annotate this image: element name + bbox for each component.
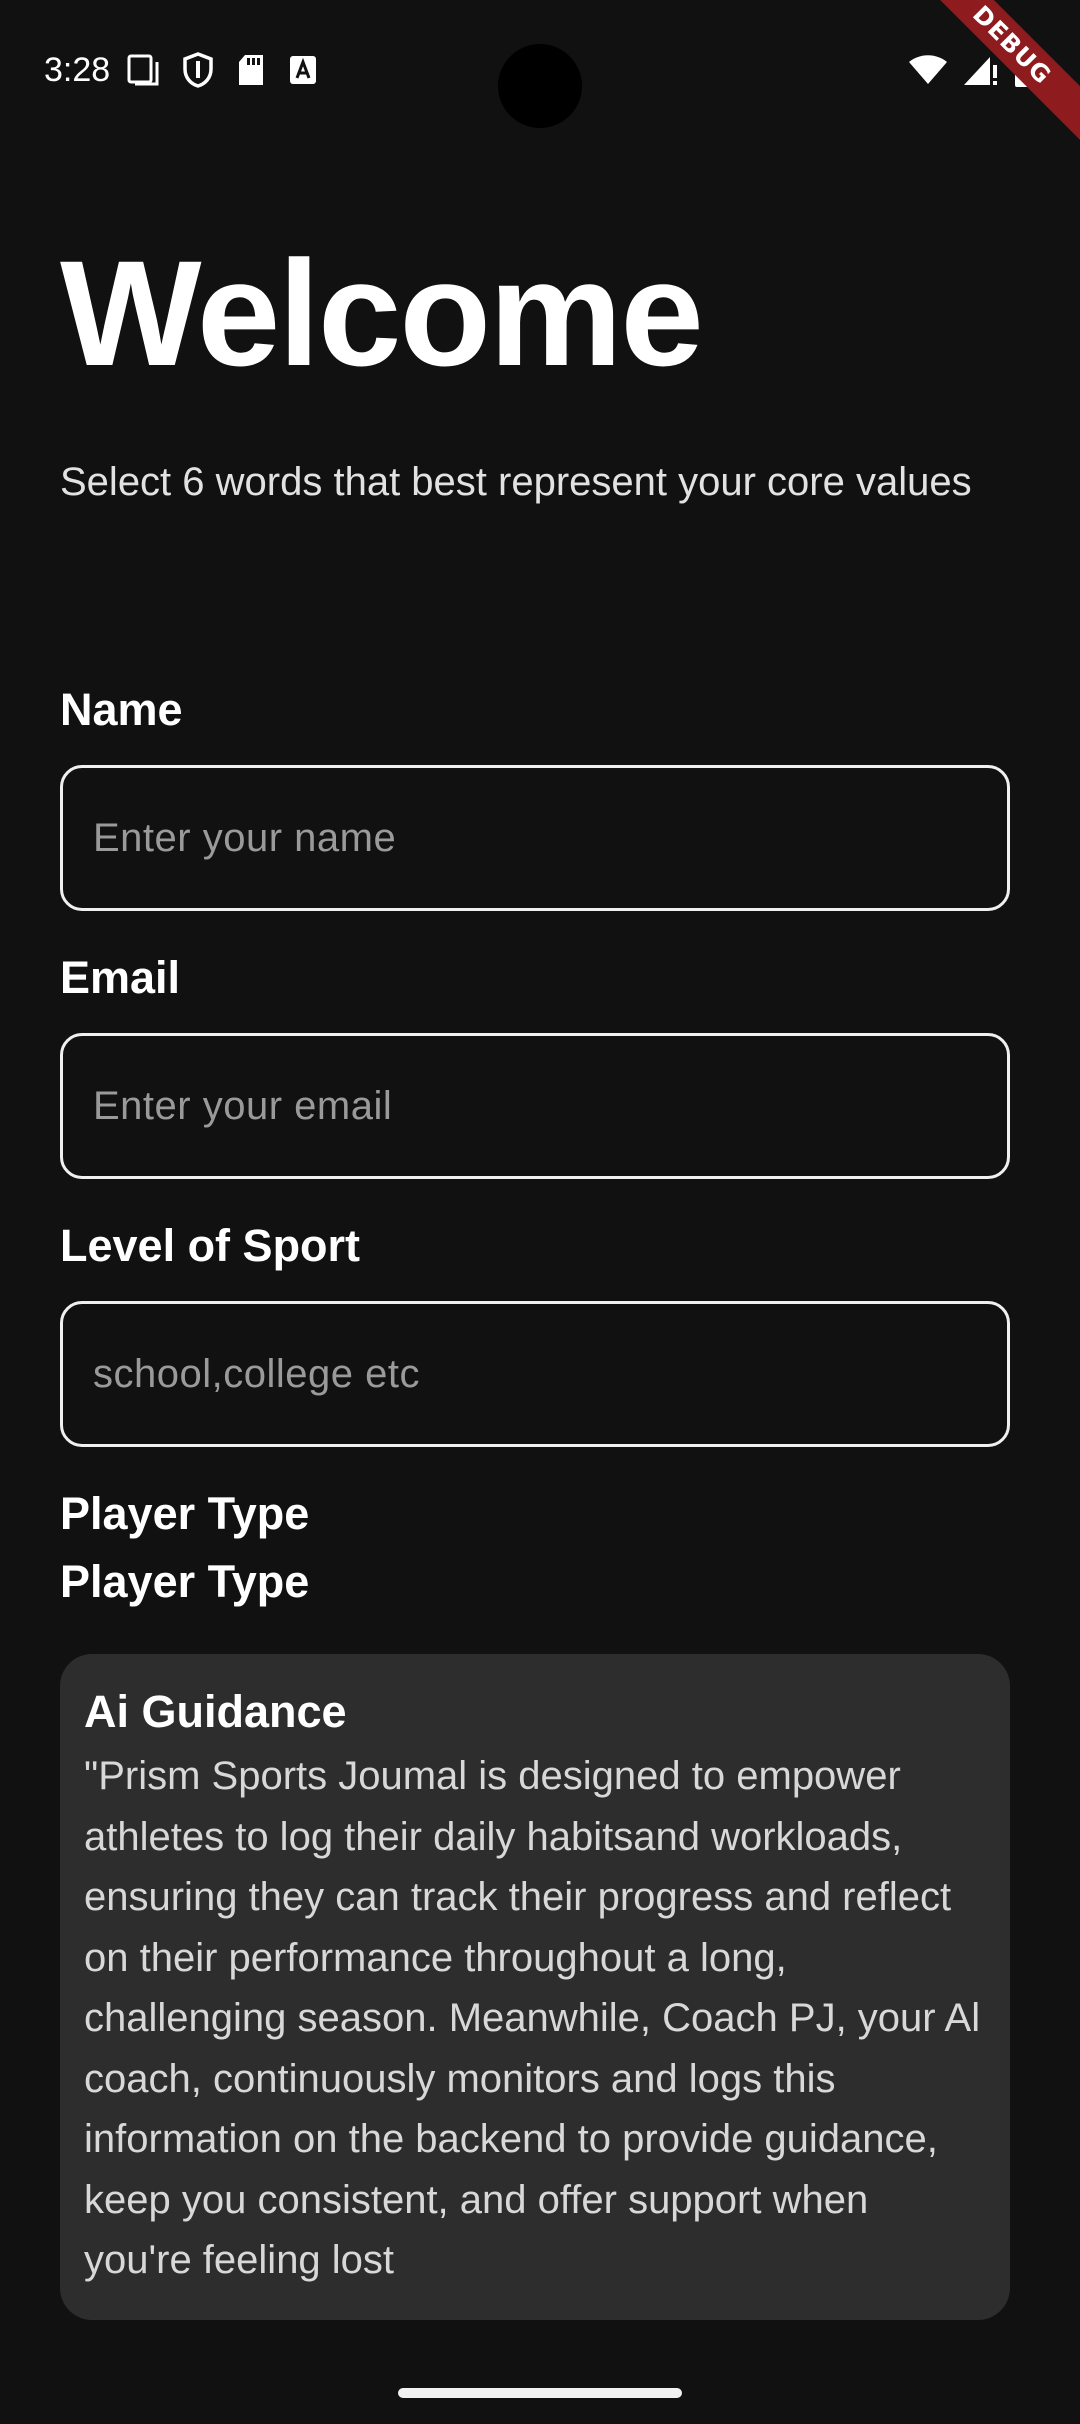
signal-icon	[962, 53, 1000, 92]
screen-icon	[126, 53, 160, 87]
sd-card-icon	[236, 53, 266, 87]
font-a-icon	[288, 54, 318, 86]
wifi-icon	[908, 54, 948, 91]
level-of-sport-input[interactable]	[63, 1304, 1007, 1444]
page-subtitle: Select 6 words that best represent your …	[60, 460, 972, 504]
level-of-sport-label: Level of Sport	[60, 1220, 361, 1271]
home-indicator[interactable]	[398, 2388, 682, 2398]
page-title: Welcome	[60, 229, 704, 397]
player-type-label: Player Type	[60, 1488, 310, 1539]
email-field[interactable]	[60, 1033, 1010, 1179]
status-time: 3:28	[44, 51, 111, 89]
name-field[interactable]	[60, 765, 1010, 911]
level-of-sport-field[interactable]	[60, 1301, 1010, 1447]
status-icons-left	[126, 52, 318, 88]
name-input[interactable]	[63, 768, 1007, 908]
email-label: Email	[60, 952, 181, 1003]
ai-guidance-title: Ai Guidance	[84, 1686, 347, 1737]
ai-guidance-card: Ai Guidance "Prism Sports Joumal is desi…	[60, 1654, 1010, 2320]
status-bar: 3:28 DEBUG	[0, 0, 1080, 151]
player-type-dropdown[interactable]: Player Type	[60, 1554, 309, 1610]
email-input[interactable]	[63, 1036, 1007, 1176]
camera-cutout	[498, 44, 582, 128]
ai-guidance-body: "Prism Sports Joumal is designed to empo…	[84, 1754, 981, 2282]
name-label: Name	[60, 684, 183, 735]
shield-icon	[182, 52, 214, 88]
